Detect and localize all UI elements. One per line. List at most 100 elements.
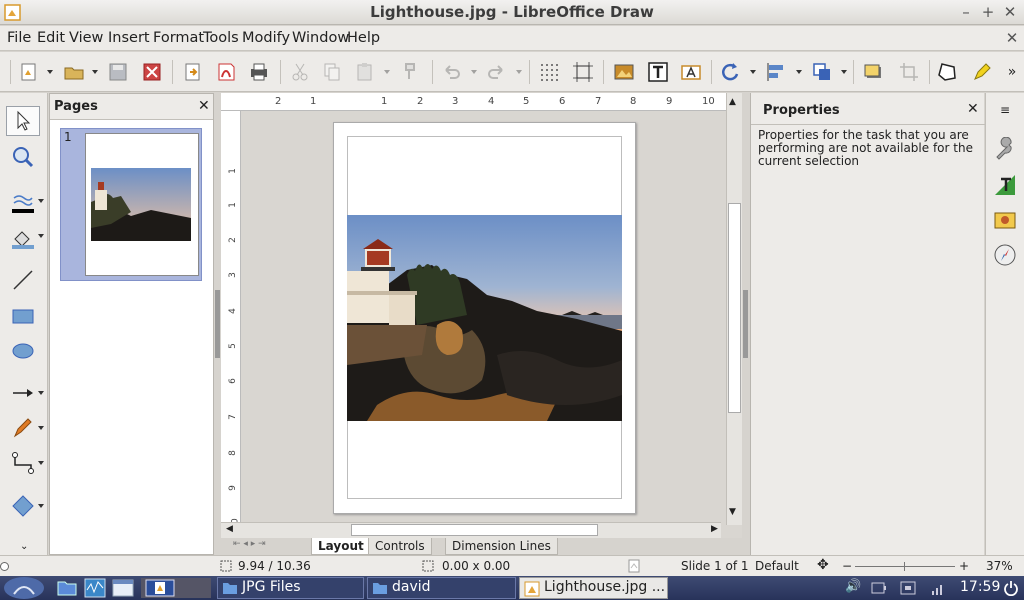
- insert-text-box-icon[interactable]: [646, 60, 670, 84]
- close-properties-icon[interactable]: ✕: [967, 101, 979, 117]
- save-icon[interactable]: [106, 60, 130, 84]
- zoom-level[interactable]: 37%: [986, 559, 1013, 573]
- more-tools-icon[interactable]: »: [1004, 60, 1020, 84]
- ruler-tick-label: 10: [702, 96, 715, 107]
- page-number: 1: [64, 130, 72, 144]
- task-jpg-files[interactable]: JPG Files: [217, 577, 364, 599]
- horizontal-scrollbar[interactable]: ◀ ▶: [221, 522, 721, 538]
- lines-arrows-icon[interactable]: [6, 378, 40, 408]
- connector-tool-icon[interactable]: [6, 448, 40, 478]
- task-lighthouse[interactable]: Lighthouse.jpg ...: [519, 577, 668, 599]
- system-monitor-launcher-icon[interactable]: [84, 578, 106, 598]
- fit-slide-icon[interactable]: ✥: [817, 557, 829, 573]
- zoom-out-button[interactable]: −: [842, 559, 852, 573]
- menu-format[interactable]: Format: [153, 30, 204, 46]
- menu-edit[interactable]: Edit: [37, 30, 65, 46]
- line-tool-icon[interactable]: [6, 265, 40, 295]
- rectangle-tool-icon[interactable]: [6, 301, 40, 331]
- close-pages-icon[interactable]: ✕: [198, 98, 210, 114]
- page-thumbnail[interactable]: 1: [60, 128, 202, 281]
- ruler-tick-label: 4: [488, 96, 495, 107]
- display-grid-icon[interactable]: [537, 60, 561, 84]
- copy-icon[interactable]: [320, 60, 344, 84]
- power-icon[interactable]: [1003, 580, 1019, 596]
- clone-formatting-icon[interactable]: [399, 60, 423, 84]
- insert-fontwork-icon[interactable]: [679, 60, 703, 84]
- zoom-pan-icon[interactable]: [6, 142, 40, 172]
- sidebar-splitter-handle[interactable]: [743, 290, 748, 358]
- status-bar: 9.94 / 10.36 0.00 x 0.00 Slide 1 of 1 De…: [0, 555, 1024, 576]
- ruler-tick-label: 2: [417, 96, 424, 107]
- tab-layout[interactable]: Layout: [311, 538, 371, 555]
- zoom-in-button[interactable]: +: [959, 559, 969, 573]
- ruler-tick-label: 3: [452, 96, 459, 107]
- task-david[interactable]: david: [367, 577, 516, 599]
- points-icon[interactable]: [935, 60, 959, 84]
- insert-image-icon[interactable]: [612, 60, 636, 84]
- menu-file[interactable]: File: [7, 30, 31, 46]
- start-menu-icon[interactable]: [2, 576, 46, 600]
- ruler-tick-label: 9: [227, 485, 238, 491]
- close-window-button[interactable]: ✕: [1001, 3, 1019, 21]
- arrange-icon[interactable]: [810, 60, 834, 84]
- menu-help[interactable]: Help: [347, 30, 380, 46]
- lighthouse-photo[interactable]: [347, 215, 622, 421]
- zoom-slider-knob[interactable]: [0, 562, 9, 571]
- network-icon[interactable]: [900, 580, 916, 596]
- export-pdf-icon[interactable]: [214, 60, 238, 84]
- properties-wrench-icon[interactable]: [993, 137, 1017, 161]
- position-icon: [220, 560, 232, 572]
- maximize-button[interactable]: +: [979, 3, 997, 21]
- styles-icon[interactable]: [993, 173, 1017, 197]
- sidebar-menu-icon[interactable]: ≡: [993, 103, 1017, 127]
- menu-window[interactable]: Window: [292, 30, 349, 46]
- gallery-icon[interactable]: [993, 208, 1017, 232]
- curve-tool-icon[interactable]: [6, 413, 40, 443]
- select-icon[interactable]: [6, 106, 40, 136]
- zoom-slider[interactable]: [855, 566, 955, 567]
- tab-controls[interactable]: Controls: [368, 538, 432, 555]
- menu-modify[interactable]: Modify: [242, 30, 290, 46]
- drawing-toolbar: ⌄: [0, 93, 48, 555]
- navigator-icon[interactable]: [993, 243, 1017, 267]
- workspace-pager-icon[interactable]: [145, 579, 175, 597]
- menu-bar: File Edit View Insert Format Tools Modif…: [0, 26, 1024, 51]
- paste-icon[interactable]: [353, 60, 377, 84]
- tab-nav-arrows[interactable]: ⇤ ◂ ▸ ⇥: [233, 539, 266, 549]
- layer-tabs: ⇤ ◂ ▸ ⇥ Layout Controls Dimension Lines: [221, 538, 741, 555]
- battery-icon[interactable]: [870, 580, 888, 596]
- export-directly-icon[interactable]: [181, 60, 205, 84]
- print-icon[interactable]: [247, 60, 271, 84]
- standard-toolbar: »: [0, 52, 1024, 92]
- menu-tools[interactable]: Tools: [203, 30, 239, 46]
- basic-shapes-icon[interactable]: [6, 491, 40, 521]
- browser-launcher-icon[interactable]: [112, 579, 134, 597]
- cut-icon[interactable]: [288, 60, 312, 84]
- new-document-icon[interactable]: [17, 60, 41, 84]
- menu-view[interactable]: View: [69, 30, 103, 46]
- tab-dimension-lines[interactable]: Dimension Lines: [445, 538, 558, 555]
- volume-icon[interactable]: 🔊: [845, 579, 861, 594]
- crop-icon[interactable]: [897, 60, 921, 84]
- helplines-icon[interactable]: [571, 60, 595, 84]
- line-color-icon[interactable]: [6, 189, 40, 219]
- redo-icon[interactable]: [485, 60, 509, 84]
- vertical-scrollbar[interactable]: ▲ ▼: [726, 93, 742, 525]
- menu-insert[interactable]: Insert: [108, 30, 150, 46]
- align-objects-icon[interactable]: [764, 60, 788, 84]
- ellipse-tool-icon[interactable]: [6, 336, 40, 366]
- undo-icon[interactable]: [439, 60, 463, 84]
- rotate-icon[interactable]: [718, 60, 742, 84]
- file-manager-launcher-icon[interactable]: [56, 579, 78, 597]
- close-document-button[interactable]: ✕: [1003, 29, 1021, 47]
- pages-splitter-handle[interactable]: [215, 290, 220, 358]
- shadow-icon[interactable]: [861, 60, 885, 84]
- more-drawing-tools-icon[interactable]: ⌄: [20, 541, 28, 552]
- fill-color-icon[interactable]: [6, 224, 40, 254]
- slide-page[interactable]: [333, 122, 636, 514]
- export-icon[interactable]: [140, 60, 164, 84]
- open-folder-icon[interactable]: [62, 60, 86, 84]
- signal-icon[interactable]: [930, 580, 946, 596]
- minimize-button[interactable]: –: [957, 3, 975, 21]
- show-draw-functions-icon[interactable]: [970, 60, 994, 84]
